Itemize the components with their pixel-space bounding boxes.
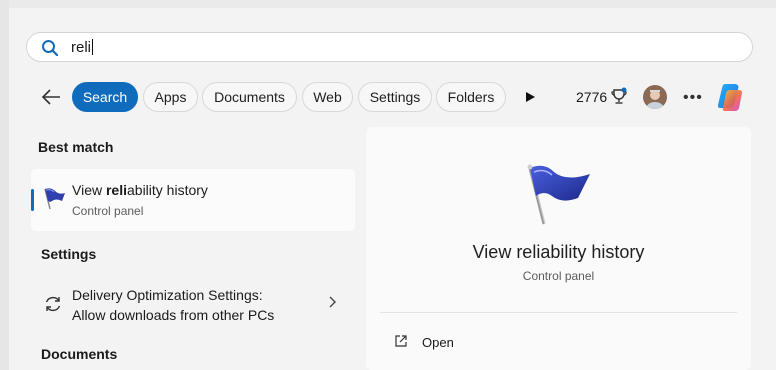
documents-heading: Documents xyxy=(41,346,118,362)
delivery-optimization-subtitle: Allow downloads from other PCs xyxy=(72,307,275,323)
preview-title: View reliability history xyxy=(472,242,645,262)
sync-icon xyxy=(45,296,61,312)
preview-pane: View reliability history Control panel O… xyxy=(366,127,751,370)
filter-folders[interactable]: Folders xyxy=(436,82,506,112)
filter-apps[interactable]: Apps xyxy=(143,82,198,112)
back-arrow-icon[interactable] xyxy=(38,86,64,108)
open-external-icon xyxy=(395,335,407,347)
filter-search[interactable]: Search xyxy=(72,82,138,112)
reliability-flag-large-icon xyxy=(527,164,590,225)
delivery-optimization-title: Delivery Optimization Settings: xyxy=(72,287,263,303)
more-options-icon[interactable]: ••• xyxy=(683,90,703,106)
user-avatar[interactable] xyxy=(643,85,667,109)
copilot-icon[interactable] xyxy=(716,82,748,112)
best-match-heading: Best match xyxy=(38,139,114,155)
rewards-points[interactable]: 2776 xyxy=(576,89,607,105)
reliability-flag-icon xyxy=(44,188,65,210)
more-filters-play-icon[interactable] xyxy=(522,88,538,106)
settings-heading: Settings xyxy=(41,246,97,262)
preview-subtitle: Control panel xyxy=(522,269,595,283)
search-icon xyxy=(42,40,59,57)
filter-settings[interactable]: Settings xyxy=(358,82,432,112)
selection-indicator xyxy=(31,189,34,211)
best-match-subtitle: Control panel xyxy=(72,204,144,218)
rewards-trophy-icon[interactable] xyxy=(610,87,628,107)
search-input[interactable]: reli xyxy=(26,32,753,62)
open-action[interactable]: Open xyxy=(386,327,586,355)
best-match-title: View reliability history xyxy=(72,182,208,198)
text-caret xyxy=(92,39,94,55)
delivery-optimization-result[interactable]: Delivery Optimization Settings: Allow do… xyxy=(31,283,355,329)
best-match-result[interactable]: View reliability history Control panel xyxy=(31,169,355,231)
chevron-right-icon[interactable] xyxy=(327,295,337,309)
open-label: Open xyxy=(422,335,454,350)
search-query: reli xyxy=(71,39,92,56)
filter-documents[interactable]: Documents xyxy=(202,82,297,112)
preview-divider xyxy=(380,312,737,313)
filter-web[interactable]: Web xyxy=(302,82,353,112)
